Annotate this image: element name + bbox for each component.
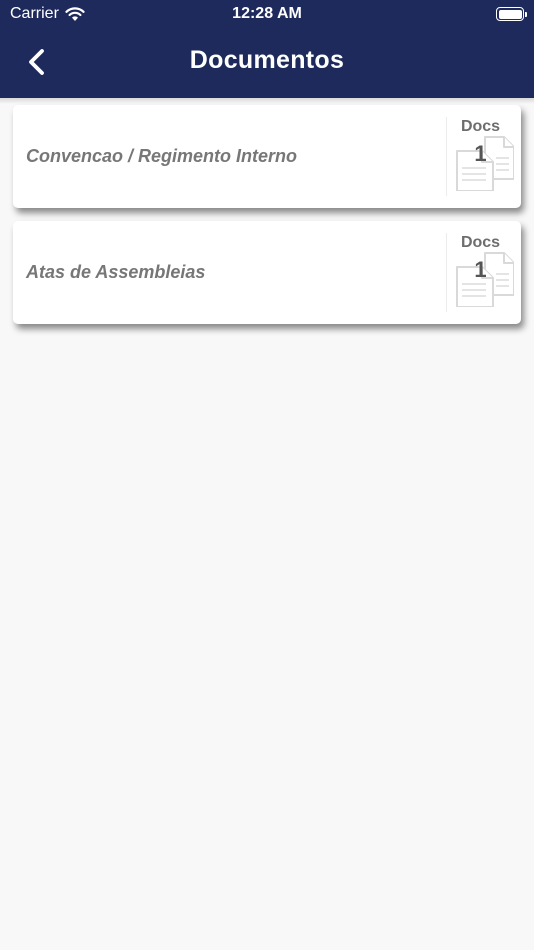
- battery-level: [498, 9, 522, 19]
- card-divider: [446, 233, 447, 312]
- docs-count-badge: Docs 1: [448, 221, 521, 324]
- navigation-bar: Documentos: [0, 28, 534, 98]
- docs-label: Docs: [460, 234, 501, 251]
- docs-count-badge: Docs 1: [448, 105, 521, 208]
- docs-label: Docs: [460, 118, 501, 135]
- document-item[interactable]: Atas de Assembleias Docs 1: [13, 221, 521, 324]
- docs-count: 1: [474, 257, 487, 282]
- docs-count: 1: [474, 141, 487, 166]
- document-name: Convencao / Regimento Interno: [26, 146, 298, 166]
- app-header: Carrier 12:28 AM Documentos: [0, 0, 534, 98]
- document-name: Atas de Assembleias: [26, 262, 206, 282]
- battery-full-icon: [496, 7, 527, 21]
- header-shadow: [0, 98, 534, 104]
- status-bar: Carrier 12:28 AM: [0, 0, 534, 28]
- status-time: 12:28 AM: [232, 5, 302, 22]
- document-item[interactable]: Convencao / Regimento Interno Docs 1: [13, 105, 521, 208]
- page-title: Documentos: [189, 46, 345, 74]
- card-divider: [446, 117, 447, 196]
- battery-cap: [525, 11, 527, 17]
- document-list: Convencao / Regimento Interno Docs 1 Ata…: [13, 105, 521, 337]
